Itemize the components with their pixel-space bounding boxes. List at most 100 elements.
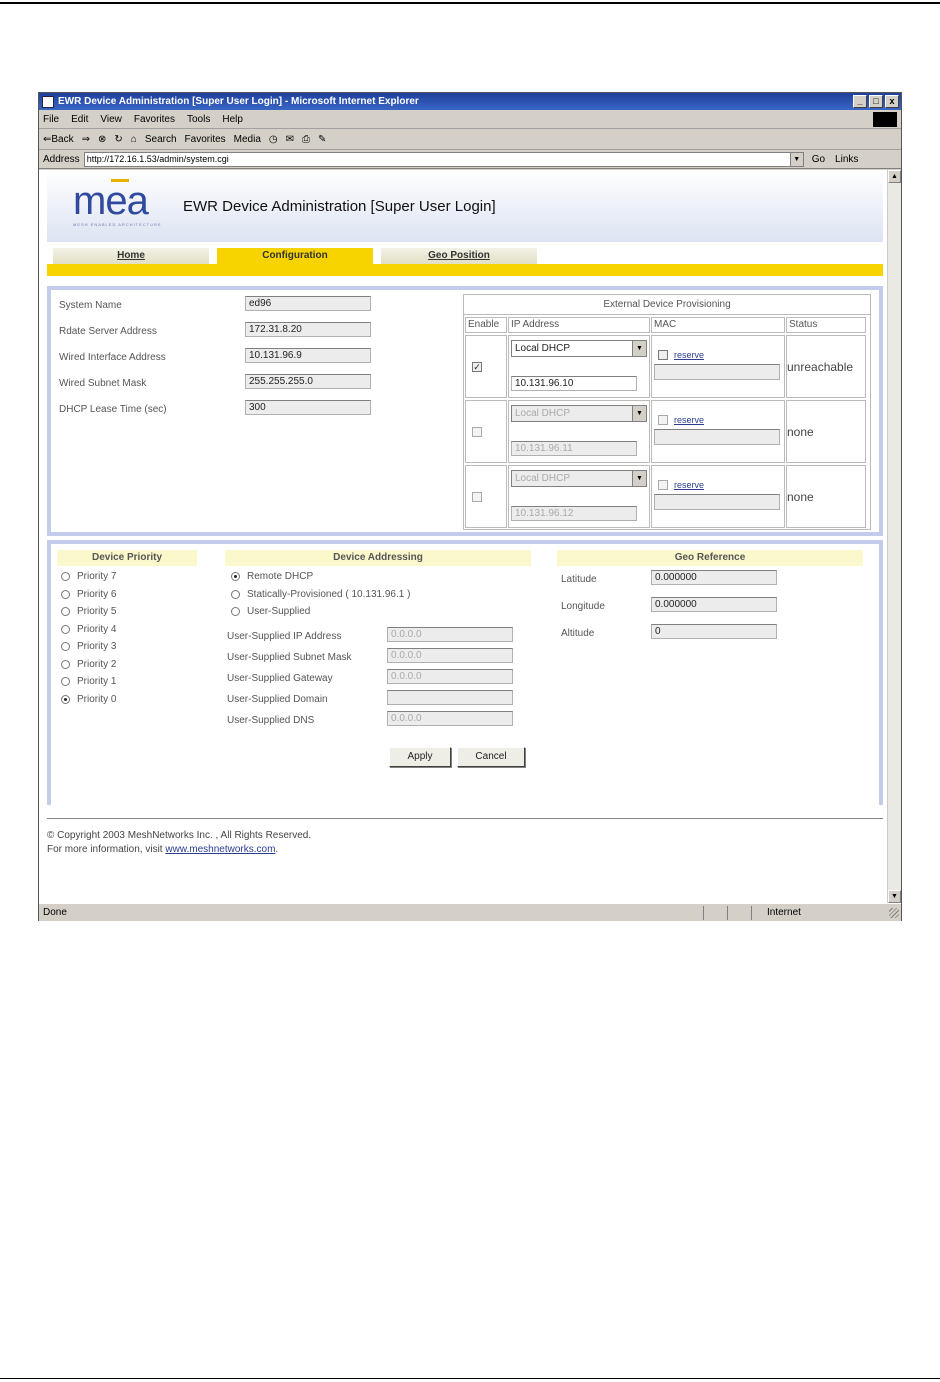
- admin-page: mea MESH ENABLED ARCHITECTURE EWR Device…: [47, 170, 883, 903]
- us-dns-input[interactable]: 0.0.0.0: [387, 711, 513, 726]
- menu-help[interactable]: Help: [222, 114, 243, 125]
- system-name-label: System Name: [59, 300, 122, 311]
- priority-1-radio[interactable]: [61, 677, 70, 686]
- row1-enable-checkbox[interactable]: ✓: [472, 362, 482, 372]
- col-enable: Enable: [465, 317, 507, 333]
- priority-0-label: Priority 0: [77, 694, 117, 705]
- links-button[interactable]: Links: [835, 154, 858, 165]
- row2-mode-value: Local DHCP: [515, 408, 571, 419]
- logo-subtitle: MESH ENABLED ARCHITECTURE: [73, 222, 162, 227]
- search-button[interactable]: Search: [145, 134, 177, 145]
- remote-dhcp-radio[interactable]: [231, 572, 240, 581]
- forward-button[interactable]: ⇒: [82, 134, 90, 145]
- row2-ip-input[interactable]: 10.131.96.11: [511, 441, 637, 456]
- priority-6-radio[interactable]: [61, 590, 70, 599]
- row1-mac-input[interactable]: [654, 364, 780, 380]
- longitude-label: Longitude: [561, 601, 605, 612]
- back-button[interactable]: ⇐Back: [43, 134, 74, 145]
- static-provisioned-radio[interactable]: [231, 590, 240, 599]
- status-separator: [727, 906, 728, 920]
- mail-icon[interactable]: ✉: [286, 134, 294, 145]
- latitude-input[interactable]: 0.000000: [651, 570, 777, 585]
- browser-window: EWR Device Administration [Super User Lo…: [38, 92, 902, 921]
- priority-5-radio[interactable]: [61, 607, 70, 616]
- footer-divider: [47, 818, 883, 819]
- window-title: EWR Device Administration [Super User Lo…: [58, 96, 419, 107]
- row1-mode-select[interactable]: Local DHCP ▼: [511, 340, 647, 357]
- print-icon[interactable]: ⎙: [302, 134, 310, 145]
- tab-configuration[interactable]: Configuration: [217, 248, 373, 264]
- row1-ip-input[interactable]: 10.131.96.10: [511, 376, 637, 391]
- logo-accent: [111, 179, 129, 182]
- us-domain-input[interactable]: [387, 690, 513, 705]
- chevron-down-icon: ▼: [632, 341, 646, 356]
- remote-dhcp-label: Remote DHCP: [247, 571, 314, 582]
- priority-0-radio[interactable]: [61, 695, 70, 704]
- row1-reserve-checkbox[interactable]: [658, 350, 668, 360]
- row2-reserve-checkbox[interactable]: [658, 415, 668, 425]
- row2-enable-checkbox[interactable]: [472, 427, 482, 437]
- cancel-button[interactable]: Cancel: [457, 747, 525, 767]
- menu-file[interactable]: File: [43, 114, 59, 125]
- edit-icon[interactable]: ✎: [318, 134, 326, 145]
- maximize-button[interactable]: □: [869, 95, 883, 108]
- wired-if-input[interactable]: 10.131.96.9: [245, 348, 371, 363]
- user-supplied-radio[interactable]: [231, 607, 240, 616]
- us-gateway-input[interactable]: 0.0.0.0: [387, 669, 513, 684]
- go-button[interactable]: Go: [812, 154, 825, 165]
- media-button[interactable]: Media: [234, 134, 261, 145]
- priority-4-radio[interactable]: [61, 625, 70, 634]
- history-icon[interactable]: ◷: [269, 134, 278, 145]
- refresh-icon[interactable]: ↻: [114, 134, 122, 145]
- row3-enable-checkbox[interactable]: [472, 492, 482, 502]
- status-bar: Done Internet: [39, 903, 901, 921]
- tab-home[interactable]: Home: [53, 248, 209, 264]
- logo-text: mea: [73, 179, 149, 223]
- more-info-text: For more information, visit www.meshnetw…: [47, 844, 278, 855]
- address-input[interactable]: http://172.16.1.53/admin/system.cgi ▼: [83, 151, 804, 167]
- row3-ip-input[interactable]: 10.131.96.12: [511, 506, 637, 521]
- minimize-button[interactable]: _: [853, 95, 867, 108]
- resize-grip-icon[interactable]: [889, 908, 899, 918]
- row3-reserve-checkbox[interactable]: [658, 480, 668, 490]
- ie-icon: [42, 95, 54, 108]
- row2-mode-select[interactable]: Local DHCP ▼: [511, 405, 647, 422]
- dhcp-lease-input[interactable]: 300: [245, 400, 371, 415]
- altitude-input[interactable]: 0: [651, 624, 777, 639]
- row3-mac-cell: reserve: [651, 465, 785, 528]
- us-ip-input[interactable]: 0.0.0.0: [387, 627, 513, 642]
- meshnetworks-link[interactable]: www.meshnetworks.com: [165, 844, 275, 855]
- us-mask-label: User-Supplied Subnet Mask: [227, 652, 352, 663]
- stop-icon[interactable]: ⊗: [98, 134, 106, 145]
- address-dropdown-icon[interactable]: ▼: [789, 152, 803, 166]
- priority-7-radio[interactable]: [61, 572, 70, 581]
- menu-favorites[interactable]: Favorites: [134, 114, 175, 125]
- row2-mac-cell: reserve: [651, 400, 785, 463]
- row3-mode-select[interactable]: Local DHCP ▼: [511, 470, 647, 487]
- system-name-input[interactable]: ed96: [245, 296, 371, 311]
- more-info-prefix: For more information, visit: [47, 844, 166, 855]
- tab-geo-position[interactable]: Geo Position: [381, 248, 537, 264]
- more-info-suffix: .: [275, 844, 279, 855]
- row3-mac-input[interactable]: [654, 494, 780, 510]
- priority-2-radio[interactable]: [61, 660, 70, 669]
- row3-status: none: [787, 490, 814, 504]
- us-mask-input[interactable]: 0.0.0.0: [387, 648, 513, 663]
- longitude-input[interactable]: 0.000000: [651, 597, 777, 612]
- close-button[interactable]: x: [885, 95, 899, 108]
- priority-3-radio[interactable]: [61, 642, 70, 651]
- scroll-up-icon[interactable]: ▲: [888, 170, 901, 183]
- rdate-input[interactable]: 172.31.8.20: [245, 322, 371, 337]
- scroll-down-icon[interactable]: ▼: [888, 890, 901, 903]
- menu-edit[interactable]: Edit: [71, 114, 88, 125]
- apply-button[interactable]: Apply: [389, 747, 451, 767]
- vertical-scrollbar[interactable]: ▲ ▼: [887, 170, 901, 903]
- page-title: EWR Device Administration [Super User Lo…: [183, 198, 496, 215]
- row2-mac-input[interactable]: [654, 429, 780, 445]
- favorites-button[interactable]: Favorites: [185, 134, 226, 145]
- priority-5-label: Priority 5: [77, 606, 117, 617]
- menu-tools[interactable]: Tools: [187, 114, 210, 125]
- subnet-input[interactable]: 255.255.255.0: [245, 374, 371, 389]
- home-icon[interactable]: ⌂: [131, 134, 137, 145]
- menu-view[interactable]: View: [100, 114, 122, 125]
